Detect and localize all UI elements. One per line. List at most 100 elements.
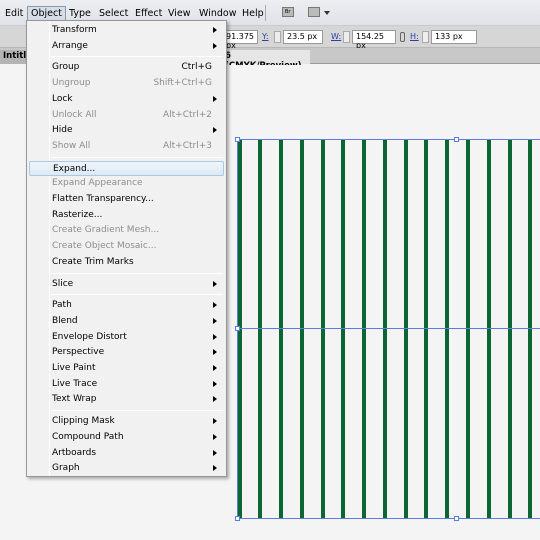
tab-document[interactable]: 6 (CMYK/Preview)× [222, 50, 310, 81]
tab-untitled[interactable]: Intitled [0, 50, 26, 64]
x-field[interactable]: 91.375 px [222, 30, 258, 50]
menu-object[interactable]: Object [27, 6, 66, 21]
w-spinner[interactable] [343, 31, 350, 43]
menu-item-artboards[interactable]: Artboards [29, 446, 224, 461]
arrange-documents-icon[interactable] [308, 7, 320, 17]
menu-item-text-wrap[interactable]: Text Wrap [29, 392, 224, 407]
menu-item-label: Hide [52, 125, 73, 136]
chevron-down-icon[interactable] [324, 11, 330, 15]
menu-item-label: Clipping Mask [52, 416, 115, 427]
submenu-arrow-icon [213, 302, 217, 309]
submenu-arrow-icon [213, 396, 217, 403]
menu-item-expand-appearance: Expand Appearance [29, 176, 224, 191]
menu-item-rasterize[interactable]: Rasterize... [29, 208, 224, 223]
menu-item-label: Text Wrap [52, 394, 97, 405]
submenu-arrow-icon [213, 27, 217, 33]
selection-handle[interactable] [235, 137, 240, 142]
submenu-arrow-icon [213, 317, 217, 324]
menu-item-slice[interactable]: Slice [29, 277, 224, 292]
bridge-label: Br [285, 9, 291, 15]
menu-item-label: Group [52, 62, 80, 73]
y-spinner[interactable] [274, 31, 281, 43]
menu-effect[interactable]: Effect [135, 8, 162, 19]
menu-item-create-object-mosaic: Create Object Mosaic... [29, 239, 224, 254]
menu-item-arrange[interactable]: Arrange [29, 39, 224, 54]
submenu-arrow-icon [213, 42, 217, 49]
menu-item-label: Live Paint [52, 363, 96, 373]
menu-item-label: Create Trim Marks [52, 256, 134, 267]
menu-item-unlock-all: Unlock All Alt+Ctrl+2 [29, 108, 224, 123]
menu-item-label: Show All [52, 140, 91, 151]
h-label: H: [410, 32, 419, 41]
menu-item-shortcut: Alt+Ctrl+2 [162, 109, 212, 120]
selection-handle[interactable] [235, 516, 240, 521]
h-field[interactable]: 133 px [431, 30, 477, 44]
selection-handle[interactable] [454, 516, 459, 521]
menu-item-shortcut: Ctrl+G [181, 62, 212, 73]
menu-item-label: Expand... [53, 163, 96, 174]
menu-separator [51, 56, 223, 58]
selection-bounding-box [237, 139, 540, 140]
menu-item-label: Envelope Distort [52, 331, 127, 342]
menu-select[interactable]: Select [99, 8, 128, 19]
w-label: W: [331, 32, 342, 41]
menu-item-label: Blend [52, 315, 78, 326]
selection-bounding-box [237, 518, 540, 519]
menu-item-group[interactable]: Group Ctrl+G [29, 60, 224, 75]
menu-item-compound-path[interactable]: Compound Path [29, 430, 224, 445]
menu-view[interactable]: View [168, 8, 191, 19]
menu-item-hide[interactable]: Hide [29, 123, 224, 138]
menu-item-graph[interactable]: Graph [29, 461, 224, 476]
selection-handle[interactable] [235, 326, 240, 331]
menu-edit[interactable]: Edit [5, 8, 23, 19]
submenu-arrow-icon [213, 433, 217, 440]
menu-item-label: Slice [52, 278, 74, 289]
w-field[interactable]: 154.25 px [352, 30, 396, 50]
selection-handle[interactable] [454, 137, 459, 142]
menu-item-create-gradient-mesh: Create Gradient Mesh... [29, 223, 224, 238]
y-field[interactable]: 23.5 px [283, 30, 323, 44]
menu-item-flatten-transparency[interactable]: Flatten Transparency... [29, 192, 224, 207]
bridge-icon[interactable]: Br [282, 7, 294, 17]
constrain-proportions-icon[interactable] [400, 32, 405, 42]
submenu-arrow-icon [213, 280, 217, 287]
submenu-arrow-icon [213, 380, 217, 387]
menu-item-label: Compound Path [52, 431, 124, 442]
menu-item-transform[interactable]: Transform [29, 23, 224, 38]
menu-help[interactable]: Help [242, 8, 264, 19]
submenu-arrow-icon [213, 418, 217, 425]
submenu-arrow-icon [213, 449, 217, 456]
menu-item-label: Transform [52, 25, 97, 35]
submenu-arrow-icon [213, 365, 217, 371]
submenu-arrow-icon [213, 349, 217, 356]
menu-item-shortcut: Alt+Ctrl+3 [162, 140, 212, 151]
menu-window[interactable]: Window [199, 8, 236, 19]
menu-item-label: Create Gradient Mesh... [52, 225, 160, 236]
menu-item-ungroup: Ungroup Shift+Ctrl+G [29, 76, 224, 91]
submenu-arrow-icon [213, 127, 217, 134]
menu-item-path[interactable]: Path [29, 298, 224, 313]
menu-item-envelope-distort[interactable]: Envelope Distort [29, 330, 224, 345]
menu-item-perspective[interactable]: Perspective [29, 345, 224, 360]
menu-item-live-trace[interactable]: Live Trace [29, 377, 224, 392]
menu-item-label: Create Object Mosaic... [52, 241, 157, 252]
menu-item-label: Artboards [52, 447, 97, 458]
menu-item-label: Live Trace [52, 378, 98, 389]
menu-item-label: Lock [52, 93, 73, 104]
menu-item-label: Expand Appearance [52, 178, 143, 189]
menu-item-lock[interactable]: Lock [29, 92, 224, 107]
menu-item-label: Rasterize... [52, 209, 103, 220]
menu-item-blend[interactable]: Blend [29, 314, 224, 329]
menu-item-label: Arrange [52, 40, 88, 51]
menu-item-live-paint[interactable]: Live Paint [29, 361, 224, 376]
submenu-arrow-icon [213, 95, 217, 102]
h-spinner[interactable] [422, 31, 429, 43]
menu-item-create-trim-marks[interactable]: Create Trim Marks [29, 255, 224, 270]
menu-item-expand[interactable]: Expand... [29, 160, 224, 176]
menu-separator [51, 156, 223, 158]
submenu-arrow-icon [213, 333, 217, 340]
menu-item-label: Flatten Transparency... [52, 194, 154, 204]
menu-item-clipping-mask[interactable]: Clipping Mask [29, 414, 224, 429]
menu-type[interactable]: Type [69, 8, 91, 19]
object-menu: Transform Arrange Group Ctrl+G Ungroup Shift+… [26, 20, 227, 477]
